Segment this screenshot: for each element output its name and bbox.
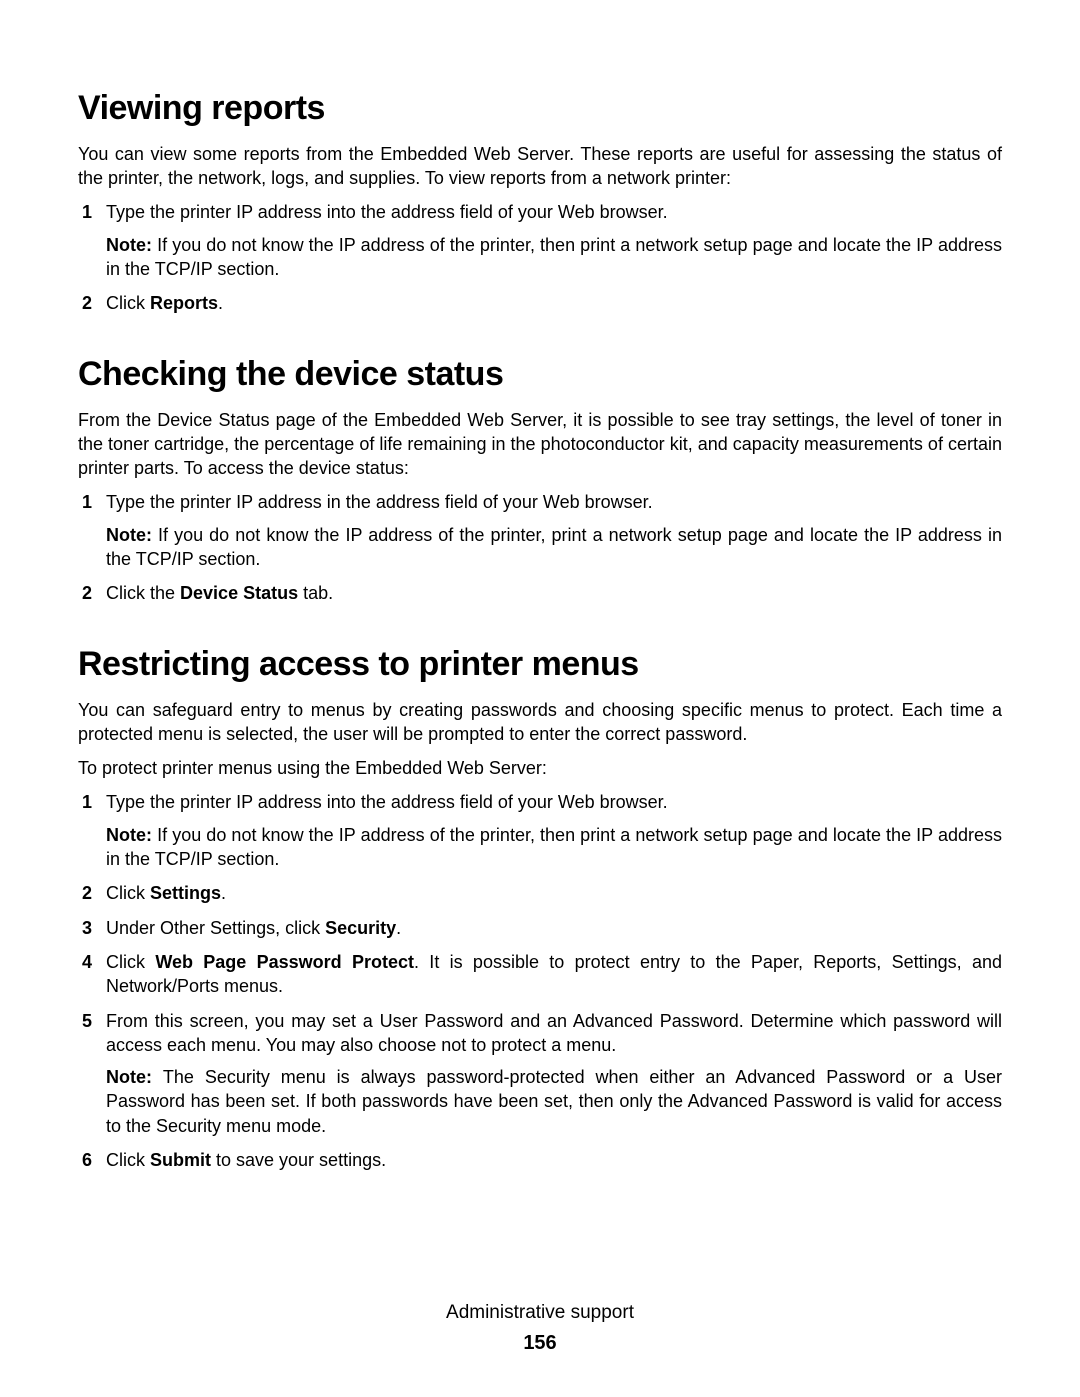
footer-chapter: Administrative support [0, 1300, 1080, 1326]
step-text-after: tab. [298, 583, 333, 603]
step-text: Type the printer IP address into the add… [106, 202, 668, 222]
step-text-before: Under Other Settings, click [106, 918, 325, 938]
step-1: Type the printer IP address into the add… [78, 790, 1002, 871]
section-intro: You can view some reports from the Embed… [78, 142, 1002, 191]
step-1: Type the printer IP address into the add… [78, 200, 1002, 281]
step-2: Click Reports. [78, 291, 1002, 315]
section-intro-2: To protect printer menus using the Embed… [78, 756, 1002, 780]
step-text-bold: Security [325, 918, 396, 938]
note-label: Note: [106, 1067, 163, 1087]
step-note: Note: The Security menu is always passwo… [106, 1065, 1002, 1138]
step-text-bold: Web Page Password Protect [155, 952, 414, 972]
note-label: Note: [106, 525, 158, 545]
step-3: Under Other Settings, click Security. [78, 916, 1002, 940]
step-2: Click the Device Status tab. [78, 581, 1002, 605]
section-title: Checking the device status [78, 352, 1002, 398]
step-text-bold: Submit [150, 1150, 211, 1170]
note-text: If you do not know the IP address of the… [106, 825, 1002, 869]
step-note: Note: If you do not know the IP address … [106, 523, 1002, 572]
step-note: Note: If you do not know the IP address … [106, 233, 1002, 282]
step-text-bold: Device Status [180, 583, 298, 603]
page: Viewing reports You can view some report… [0, 0, 1080, 1397]
steps-list: Type the printer IP address into the add… [78, 200, 1002, 315]
step-text: Type the printer IP address in the addre… [106, 492, 653, 512]
step-text-before: Click [106, 952, 155, 972]
steps-list: Type the printer IP address into the add… [78, 790, 1002, 1172]
step-text-before: Click [106, 1150, 150, 1170]
section-restricting-access: Restricting access to printer menus You … [78, 642, 1002, 1173]
steps-list: Type the printer IP address in the addre… [78, 490, 1002, 605]
step-text-before: Click [106, 883, 150, 903]
note-text: If you do not know the IP address of the… [106, 525, 1002, 569]
step-text: From this screen, you may set a User Pas… [106, 1011, 1002, 1055]
step-text-bold: Reports [150, 293, 218, 313]
step-note: Note: If you do not know the IP address … [106, 823, 1002, 872]
note-text: If you do not know the IP address of the… [106, 235, 1002, 279]
step-text-bold: Settings [150, 883, 221, 903]
note-label: Note: [106, 825, 157, 845]
step-text-after: . [396, 918, 401, 938]
section-title: Viewing reports [78, 86, 1002, 132]
step-2: Click Settings. [78, 881, 1002, 905]
section-viewing-reports: Viewing reports You can view some report… [78, 86, 1002, 316]
footer-page-number: 156 [0, 1330, 1080, 1357]
section-title: Restricting access to printer menus [78, 642, 1002, 688]
step-text-before: Click the [106, 583, 180, 603]
section-intro: From the Device Status page of the Embed… [78, 408, 1002, 481]
section-checking-device-status: Checking the device status From the Devi… [78, 352, 1002, 606]
step-4: Click Web Page Password Protect. It is p… [78, 950, 1002, 999]
step-text-after: to save your settings. [211, 1150, 386, 1170]
note-label: Note: [106, 235, 157, 255]
step-text-after: . [218, 293, 223, 313]
page-footer: Administrative support 156 [0, 1300, 1080, 1357]
step-1: Type the printer IP address in the addre… [78, 490, 1002, 571]
step-6: Click Submit to save your settings. [78, 1148, 1002, 1172]
section-intro: You can safeguard entry to menus by crea… [78, 698, 1002, 747]
note-text: The Security menu is always password-pro… [106, 1067, 1002, 1136]
step-text: Type the printer IP address into the add… [106, 792, 668, 812]
step-5: From this screen, you may set a User Pas… [78, 1009, 1002, 1138]
step-text-after: . [221, 883, 226, 903]
step-text-before: Click [106, 293, 150, 313]
